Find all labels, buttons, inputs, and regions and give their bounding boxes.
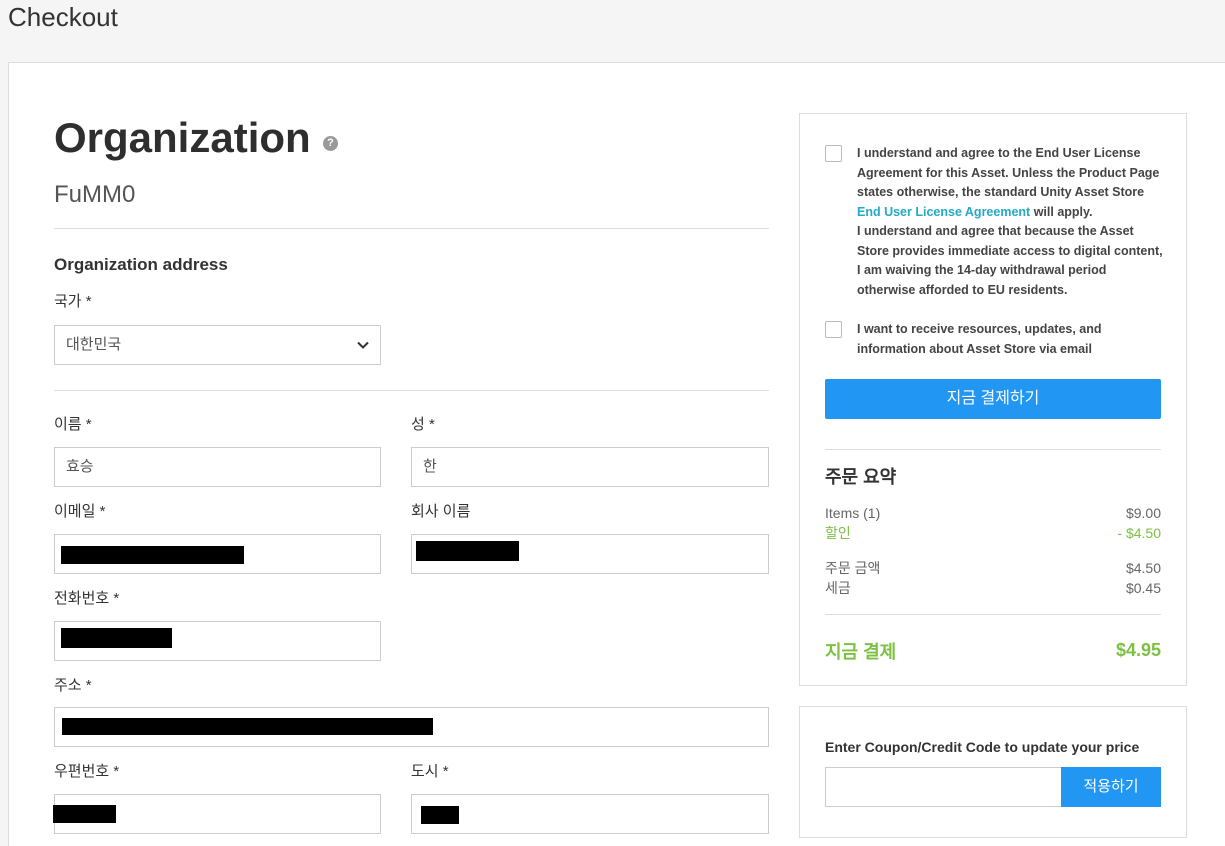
page-header: Checkout — [0, 0, 1225, 62]
redacted-phone — [61, 628, 172, 648]
phone-input[interactable] — [54, 621, 381, 661]
discount-label: 할인 — [825, 525, 851, 541]
page-title: Checkout — [8, 2, 118, 32]
pay-now-button[interactable]: 지금 결제하기 — [825, 379, 1161, 419]
subtotal-value: $4.50 — [1125, 560, 1161, 576]
checkout-card: Organization ? FuMM0 Organization addres… — [8, 62, 1225, 846]
divider — [54, 390, 769, 391]
items-value: $9.00 — [1125, 505, 1161, 521]
first-name-input[interactable]: 효승 — [54, 447, 381, 487]
tax-label: 세금 — [825, 580, 851, 596]
items-label: Items (1) — [825, 505, 881, 521]
divider — [825, 449, 1161, 450]
phone-label: 전화번호 * — [54, 590, 120, 607]
city-label: 도시 * — [411, 763, 449, 780]
eula-text-part-2: will apply. — [1033, 204, 1093, 219]
last-name-label: 성 * — [411, 416, 435, 433]
address-label: 주소 * — [54, 677, 92, 694]
address-input[interactable] — [54, 707, 769, 747]
country-label: 국가 * — [54, 293, 92, 310]
last-name-value: 한 — [423, 458, 437, 475]
apply-coupon-button[interactable]: 적용하기 — [1061, 767, 1161, 807]
discount-value: - $4.50 — [1117, 525, 1161, 541]
newsletter-text: I want to receive resources, updates, an… — [857, 322, 1102, 356]
eula-link[interactable]: End User License Agreement — [857, 205, 1030, 219]
email-input[interactable] — [54, 534, 381, 574]
first-name-label: 이름 * — [54, 416, 92, 433]
redacted-address — [62, 718, 433, 735]
coupon-label: Enter Coupon/Credit Code to update your … — [825, 739, 1140, 755]
withdrawal-text: I understand and agree that because the … — [857, 224, 1163, 297]
organization-address-title: Organization address — [54, 255, 228, 274]
coupon-card: Enter Coupon/Credit Code to update your … — [799, 706, 1187, 838]
subtotal-label: 주문 금액 — [825, 560, 881, 576]
city-input[interactable] — [411, 794, 769, 834]
question-circle-icon[interactable]: ? — [323, 136, 338, 151]
order-summary-title: 주문 요약 — [825, 467, 897, 487]
redacted-city — [421, 806, 459, 824]
redacted-postal-code — [53, 805, 116, 823]
tax-value: $0.45 — [1125, 580, 1161, 596]
last-name-input[interactable]: 한 — [411, 447, 769, 487]
total-label: 지금 결제 — [825, 642, 897, 662]
eula-text-part-1: I understand and agree to the End User L… — [857, 146, 1160, 199]
first-name-value: 효승 — [66, 458, 94, 475]
company-input[interactable] — [411, 534, 769, 574]
eula-text: I understand and agree to the End User L… — [857, 144, 1163, 300]
divider — [825, 614, 1161, 615]
total-value: $4.95 — [1115, 640, 1161, 660]
newsletter-checkbox[interactable] — [825, 321, 842, 338]
organization-heading: Organization — [54, 114, 311, 161]
eula-checkbox[interactable] — [825, 145, 842, 162]
redacted-email — [61, 546, 244, 564]
coupon-input[interactable] — [825, 767, 1062, 807]
country-select[interactable]: 대한민국 — [54, 325, 381, 365]
postal-code-label: 우편번호 * — [54, 763, 120, 780]
order-summary-card: I understand and agree to the End User L… — [799, 113, 1187, 686]
company-label: 회사 이름 — [411, 503, 471, 520]
email-label: 이메일 * — [54, 503, 106, 520]
postal-code-input[interactable] — [53, 794, 381, 834]
divider — [54, 228, 769, 229]
organization-name: FuMM0 — [54, 181, 136, 208]
country-value: 대한민국 — [66, 336, 122, 353]
chevron-down-icon — [357, 341, 369, 349]
redacted-company — [416, 541, 519, 561]
